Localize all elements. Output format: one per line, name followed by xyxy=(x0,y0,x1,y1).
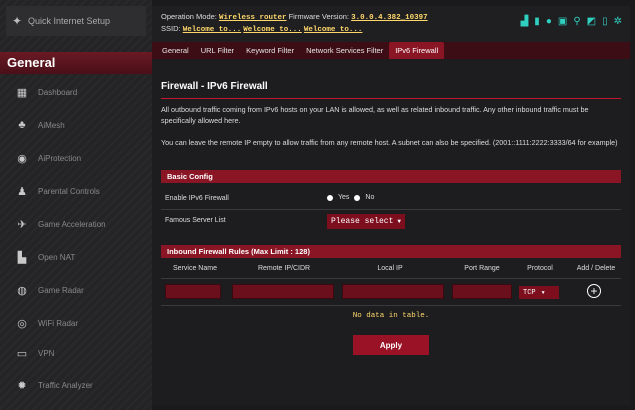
ssid-link-2[interactable]: Welcome to... xyxy=(243,26,302,34)
network-status-icon[interactable]: ▟ xyxy=(521,16,529,27)
tab-keyword-filter[interactable]: Keyword Filter xyxy=(240,42,300,59)
dropdown-arrow-icon: ▼ xyxy=(541,289,545,296)
sidebar-item-parental-controls[interactable]: ♟ Parental Controls xyxy=(6,176,146,206)
ssid-link-1[interactable]: Welcome to... xyxy=(183,26,242,34)
sidebar-item-label: Game Acceleration xyxy=(38,219,106,229)
app-status-icon[interactable]: ▣ xyxy=(558,16,567,27)
sidebar-item-vpn[interactable]: ▭ VPN xyxy=(6,338,146,368)
famous-server-select[interactable]: Please select ▼ xyxy=(327,214,405,229)
local-ip-input[interactable] xyxy=(342,284,444,299)
game-acceleration-icon: ✈ xyxy=(17,218,27,231)
empty-table-message: No data in table. xyxy=(352,312,430,320)
sidebar-item-aimesh[interactable]: ♣ AiMesh xyxy=(6,110,146,140)
game-radar-icon: ◍ xyxy=(17,284,27,297)
sidebar-item-traffic-analyzer[interactable]: ✹ Traffic Analyzer xyxy=(6,370,146,400)
sidebar-item-game-acceleration[interactable]: ✈ Game Acceleration xyxy=(6,209,146,239)
sidebar-item-game-radar[interactable]: ◍ Game Radar xyxy=(6,275,146,305)
column-add-delete: Add / Delete xyxy=(576,265,616,272)
plus-icon: + xyxy=(590,284,598,298)
tab-general[interactable]: General xyxy=(156,42,195,59)
aiprotection-icon: ◉ xyxy=(17,152,27,165)
famous-server-list-label: Famous Server List xyxy=(165,217,226,224)
sidebar-item-label: AiMesh xyxy=(38,120,65,130)
sidebar-section-title: General xyxy=(0,52,152,74)
wifi-status-icon[interactable]: ◩ xyxy=(587,16,596,27)
sidebar-item-label: Open NAT xyxy=(38,252,76,262)
usb-status-icon[interactable]: ⚲ xyxy=(573,16,580,27)
dropdown-arrow-icon: ▼ xyxy=(397,218,402,225)
internet-status-icon[interactable]: ● xyxy=(546,16,552,27)
vpn-icon: ▭ xyxy=(16,347,28,360)
feedback-icon[interactable]: ▯ xyxy=(602,16,608,27)
quick-internet-setup-button[interactable]: ✦ Quick Internet Setup xyxy=(6,6,146,36)
status-icons: ▟ ▮ ● ▣ ⚲ ◩ ▯ ✲ xyxy=(521,16,622,27)
tab-url-filter[interactable]: URL Filter xyxy=(195,42,240,59)
sidebar-item-label: WiFi Radar xyxy=(38,318,79,328)
aimesh-icon: ♣ xyxy=(18,119,26,131)
sidebar-item-label: AiProtection xyxy=(38,153,82,163)
sidebar-item-label: Parental Controls xyxy=(38,186,100,196)
main-content: Firewall - IPv6 Firewall All outbound tr… xyxy=(152,59,630,405)
column-port-range: Port Range xyxy=(464,265,500,272)
parental-controls-icon: ♟ xyxy=(17,185,27,198)
apply-button[interactable]: Apply xyxy=(353,335,429,355)
sidebar-item-open-nat[interactable]: ▙ Open NAT xyxy=(6,242,146,272)
operation-mode-line: Operation Mode: Wireless router Firmware… xyxy=(161,12,428,22)
traffic-analyzer-icon: ✹ xyxy=(17,379,27,392)
ssid-line: SSID: Welcome to... Welcome to... Welcom… xyxy=(161,24,363,34)
radio-yes-label: Yes xyxy=(338,194,350,201)
sidebar-item-label: Game Radar xyxy=(38,285,84,295)
enable-ipv6-firewall-radio-group: Yes No xyxy=(327,194,374,201)
radio-yes[interactable] xyxy=(327,194,333,201)
row-divider xyxy=(161,278,621,279)
row-divider xyxy=(161,209,621,210)
title-divider xyxy=(161,98,621,99)
protocol-select[interactable]: TCP ▼ xyxy=(519,286,559,299)
column-protocol: Protocol xyxy=(527,265,553,272)
sidebar: ✦ Quick Internet Setup General ▦ Dashboa… xyxy=(0,0,152,410)
add-rule-button[interactable]: + xyxy=(587,284,601,298)
remote-ip-input[interactable] xyxy=(232,284,334,299)
sidebar-item-wifi-radar[interactable]: ◎ WiFi Radar xyxy=(6,308,146,338)
sidebar-item-aiprotection[interactable]: ◉ AiProtection xyxy=(6,143,146,173)
quick-setup-icon: ✦ xyxy=(11,14,23,28)
service-name-input[interactable] xyxy=(165,284,221,299)
quick-setup-label: Quick Internet Setup xyxy=(28,16,111,26)
sidebar-item-dashboard[interactable]: ▦ Dashboard xyxy=(6,77,146,107)
column-local-ip: Local IP xyxy=(377,265,403,272)
inbound-rules-header: Inbound Firewall Rules (Max Limit : 128) xyxy=(161,245,621,258)
device-status-icon[interactable]: ▮ xyxy=(534,16,540,27)
firmware-version-link[interactable]: 3.0.0.4.382_10397 xyxy=(351,14,428,22)
protocol-select-value: TCP xyxy=(523,288,536,297)
ssid-link-3[interactable]: Welcome to... xyxy=(304,26,363,34)
sidebar-item-label: Traffic Analyzer xyxy=(38,380,93,390)
tab-network-services-filter[interactable]: Network Services Filter xyxy=(300,42,389,59)
basic-config-header: Basic Config xyxy=(161,170,621,183)
settings-gear-icon[interactable]: ✲ xyxy=(614,16,622,27)
port-range-input[interactable] xyxy=(452,284,512,299)
tab-bar: General URL Filter Keyword Filter Networ… xyxy=(152,42,630,59)
operation-mode-link[interactable]: Wireless router xyxy=(219,14,287,22)
dashboard-icon: ▦ xyxy=(16,86,28,99)
page-title: Firewall - IPv6 Firewall xyxy=(161,81,268,92)
row-divider xyxy=(161,305,621,306)
enable-ipv6-firewall-label: Enable IPv6 Firewall xyxy=(165,195,229,202)
description-1: All outbound traffic coming from IPv6 ho… xyxy=(161,105,589,125)
column-service-name: Service Name xyxy=(173,265,217,272)
sidebar-item-label: Dashboard xyxy=(38,87,78,97)
column-remote-ip: Remote IP/CIDR xyxy=(257,265,311,272)
open-nat-icon: ▙ xyxy=(17,251,27,264)
description-2: You can leave the remote IP empty to all… xyxy=(161,138,618,147)
radio-no[interactable] xyxy=(354,194,361,201)
famous-server-select-value: Please select xyxy=(331,217,394,226)
sidebar-item-label: VPN xyxy=(38,348,55,358)
tab-ipv6-firewall[interactable]: IPv6 Firewall xyxy=(389,42,445,59)
wifi-radar-icon: ◎ xyxy=(17,317,27,330)
radio-no-label: No xyxy=(365,194,375,201)
status-bar: Operation Mode: Wireless router Firmware… xyxy=(152,6,630,42)
